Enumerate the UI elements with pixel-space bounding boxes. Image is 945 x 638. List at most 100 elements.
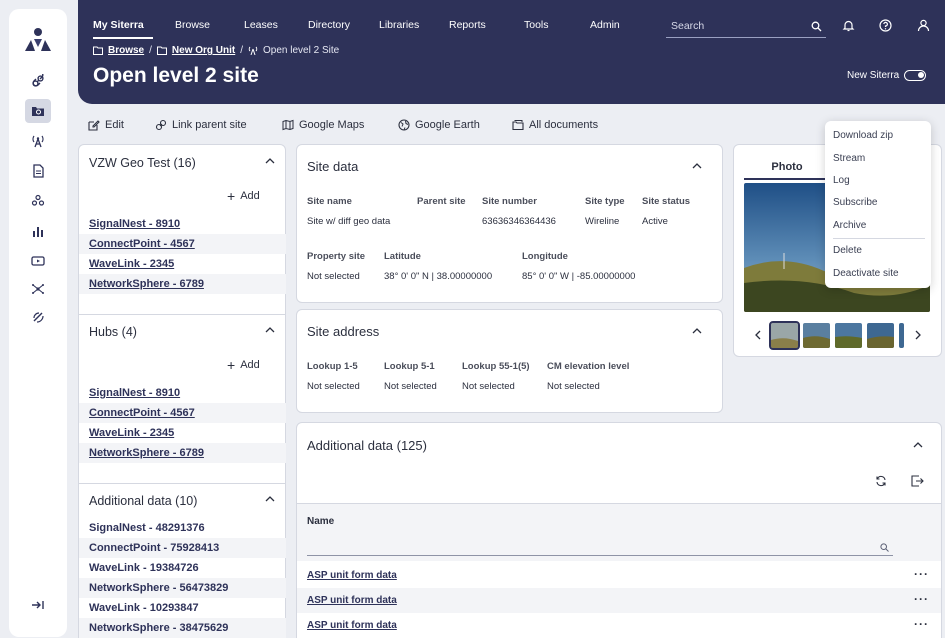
menu-stream[interactable]: Stream: [833, 153, 865, 164]
bell-icon[interactable]: [842, 19, 855, 32]
row-name-link[interactable]: ASP unit form data: [307, 595, 397, 606]
row-more-icon[interactable]: ···: [914, 567, 929, 581]
chevron-up-icon[interactable]: [265, 158, 275, 164]
list-item[interactable]: ConnectPoint - 4567: [79, 234, 286, 254]
list-item[interactable]: SignalNest - 8910: [79, 214, 286, 234]
geo-item-link[interactable]: SignalNest - 8910: [89, 218, 180, 230]
list-item[interactable]: SignalNest - 8910: [79, 383, 286, 403]
all-documents-button[interactable]: All documents: [512, 119, 598, 131]
edit-button[interactable]: Edit: [88, 119, 124, 131]
row-name-link[interactable]: ASP unit form data: [307, 570, 397, 581]
lookup-1-5-value: Not selected: [307, 381, 360, 392]
export-icon[interactable]: [911, 475, 924, 487]
chevron-left-icon[interactable]: [754, 330, 762, 340]
site-status-value: Active: [642, 216, 668, 227]
list-item[interactable]: WaveLink - 2345: [79, 254, 286, 274]
browse-folder-icon[interactable]: [25, 99, 51, 123]
app-logo[interactable]: [23, 27, 53, 53]
globe-icon: [398, 119, 410, 131]
chevron-up-icon[interactable]: [265, 327, 275, 333]
site-type-value: Wireline: [585, 216, 620, 227]
list-item: WaveLink - 19384726: [79, 558, 286, 578]
list-item[interactable]: WaveLink - 2345: [79, 423, 286, 443]
nav-tools[interactable]: Tools: [524, 19, 549, 31]
name-filter-input[interactable]: [307, 540, 893, 556]
breadcrumb-org-unit[interactable]: New Org Unit: [172, 45, 235, 56]
network-icon[interactable]: [25, 277, 51, 301]
chevron-up-icon[interactable]: [265, 496, 275, 502]
site-status-label: Site status: [642, 196, 691, 207]
menu-subscribe[interactable]: Subscribe: [833, 197, 877, 208]
nav-reports[interactable]: Reports: [449, 19, 486, 31]
google-earth-label: Google Earth: [415, 119, 480, 131]
nav-admin[interactable]: Admin: [590, 19, 620, 31]
chart-icon[interactable]: [25, 219, 51, 243]
latitude-value: 38° 0' 0" N | 38.00000000: [384, 271, 493, 282]
list-item: ConnectPoint - 75928413: [79, 538, 286, 558]
menu-log[interactable]: Log: [833, 175, 850, 186]
divider: [79, 483, 286, 484]
menu-archive[interactable]: Archive: [833, 220, 866, 231]
name-column-header[interactable]: Name: [307, 516, 334, 527]
menu-deactivate-site[interactable]: Deactivate site: [833, 268, 899, 279]
link-icon[interactable]: [25, 69, 51, 93]
google-maps-button[interactable]: Google Maps: [282, 119, 364, 131]
geo-item-link[interactable]: NetworkSphere - 6789: [89, 278, 204, 290]
all-documents-label: All documents: [529, 119, 599, 131]
geo-add-button[interactable]: + Add: [227, 189, 260, 203]
nav-libraries[interactable]: Libraries: [379, 19, 419, 31]
row-more-icon[interactable]: ···: [914, 617, 929, 631]
user-icon[interactable]: [917, 19, 930, 32]
nav-leases[interactable]: Leases: [244, 19, 278, 31]
hub-item-link[interactable]: ConnectPoint - 4567: [89, 407, 195, 419]
map-icon: [282, 119, 294, 131]
list-item[interactable]: ConnectPoint - 4567: [79, 403, 286, 423]
search-input[interactable]: Search: [666, 18, 826, 38]
left-rail: [9, 9, 67, 637]
chevron-up-icon[interactable]: [913, 442, 923, 448]
geo-item-link[interactable]: ConnectPoint - 4567: [89, 238, 195, 250]
row-name-link[interactable]: ASP unit form data: [307, 620, 397, 631]
link-parent-site-button[interactable]: Link parent site: [155, 119, 247, 131]
hubs-add-button[interactable]: + Add: [227, 358, 260, 372]
lookup-1-5-label: Lookup 1-5: [307, 361, 358, 372]
document-icon[interactable]: [25, 159, 51, 183]
lookup-5-1-label: Lookup 5-1: [384, 361, 435, 372]
hub-item-link[interactable]: NetworkSphere - 6789: [89, 447, 204, 459]
chevron-right-icon[interactable]: [914, 330, 922, 340]
nav-active-indicator: [93, 37, 153, 39]
hub-item-link[interactable]: WaveLink - 2345: [89, 427, 174, 439]
menu-download-zip[interactable]: Download zip: [833, 130, 893, 141]
hub-item-link[interactable]: SignalNest - 8910: [89, 387, 180, 399]
breadcrumb-browse[interactable]: Browse: [108, 45, 144, 56]
photo-thumbnail[interactable]: [835, 323, 862, 348]
chevron-up-icon[interactable]: [692, 328, 702, 334]
nav-my-siterra[interactable]: My Siterra: [93, 19, 144, 31]
refresh-icon[interactable]: [875, 475, 887, 487]
new-siterra-toggle[interactable]: [904, 70, 926, 81]
nav-directory[interactable]: Directory: [308, 19, 350, 31]
property-site-value: Not selected: [307, 271, 360, 282]
google-earth-button[interactable]: Google Earth: [398, 119, 480, 131]
people-icon[interactable]: [25, 189, 51, 213]
chevron-up-icon[interactable]: [692, 163, 702, 169]
signal-icon[interactable]: [25, 305, 51, 329]
list-item: WaveLink - 10293847: [79, 598, 286, 618]
help-icon[interactable]: [879, 19, 892, 32]
list-item[interactable]: NetworkSphere - 6789: [79, 443, 286, 463]
breadcrumb: Browse / New Org Unit / Open level 2 Sit…: [93, 45, 339, 56]
row-more-icon[interactable]: ···: [914, 592, 929, 606]
tower-icon[interactable]: [25, 129, 51, 153]
list-item[interactable]: NetworkSphere - 6789: [79, 274, 286, 294]
photo-thumbnail[interactable]: [867, 323, 894, 348]
geo-item-link[interactable]: WaveLink - 2345: [89, 258, 174, 270]
tower-icon: [248, 46, 258, 55]
photo-thumbnail[interactable]: [769, 321, 800, 350]
media-icon[interactable]: [25, 249, 51, 273]
nav-browse[interactable]: Browse: [175, 19, 210, 31]
collapse-rail-icon[interactable]: [25, 593, 51, 617]
photo-tab[interactable]: Photo: [744, 155, 830, 180]
photo-thumbnail[interactable]: [899, 323, 904, 348]
menu-delete[interactable]: Delete: [833, 245, 862, 256]
photo-thumbnail[interactable]: [803, 323, 830, 348]
